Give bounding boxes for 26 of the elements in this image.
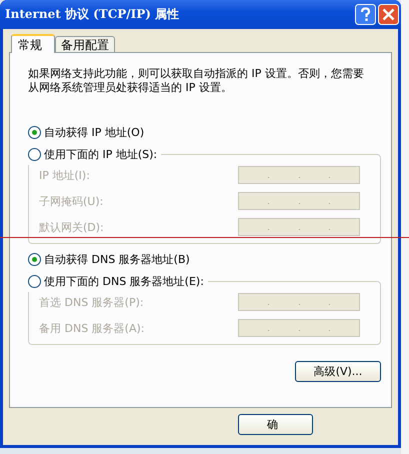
field-label: 首选 DNS 服务器(P): [39,294,144,310]
radio-button[interactable] [28,252,41,266]
field-label: 备用 DNS 服务器(A): [39,320,144,336]
radio-button[interactable] [28,148,41,160]
help-icon[interactable] [355,4,376,25]
radio-label[interactable]: 使用下面的 DNS 服务器地址(E): [44,274,204,288]
window-title: Internet 协议 (TCP/IP) 属性 [5,6,180,23]
radio-button[interactable] [28,274,41,288]
tab[interactable]: 常规 [11,34,55,53]
field-label: 子网掩码(U): [39,194,104,208]
radio-label[interactable]: 自动获得 IP 地址(O) [44,124,144,140]
tab[interactable]: 备用配置 [55,36,115,52]
advanced-button[interactable]: 高级(V)... [295,361,381,382]
description-text: 如果网络支持此功能，则可以获取自动指派的 IP 设置。否则，您需要从网络系统管理员处获得适当的 IP 设置。 [28,67,365,95]
ip-address-field[interactable] [238,192,360,210]
ok-button[interactable]: 确 [238,414,313,435]
ip-address-field[interactable] [238,166,360,184]
ip-address-field[interactable] [238,293,360,311]
ip-address-field[interactable] [238,218,360,236]
radio-label[interactable]: 自动获得 DNS 服务器地址(B) [44,252,190,266]
ip-address-field[interactable] [238,319,360,337]
field-label: 默认网关(D): [39,220,104,234]
radio-button[interactable] [28,126,41,138]
close-icon[interactable] [378,4,399,25]
radio-label[interactable]: 使用下面的 IP 地址(S): [44,146,158,162]
field-label: IP 地址(I): [39,168,90,182]
